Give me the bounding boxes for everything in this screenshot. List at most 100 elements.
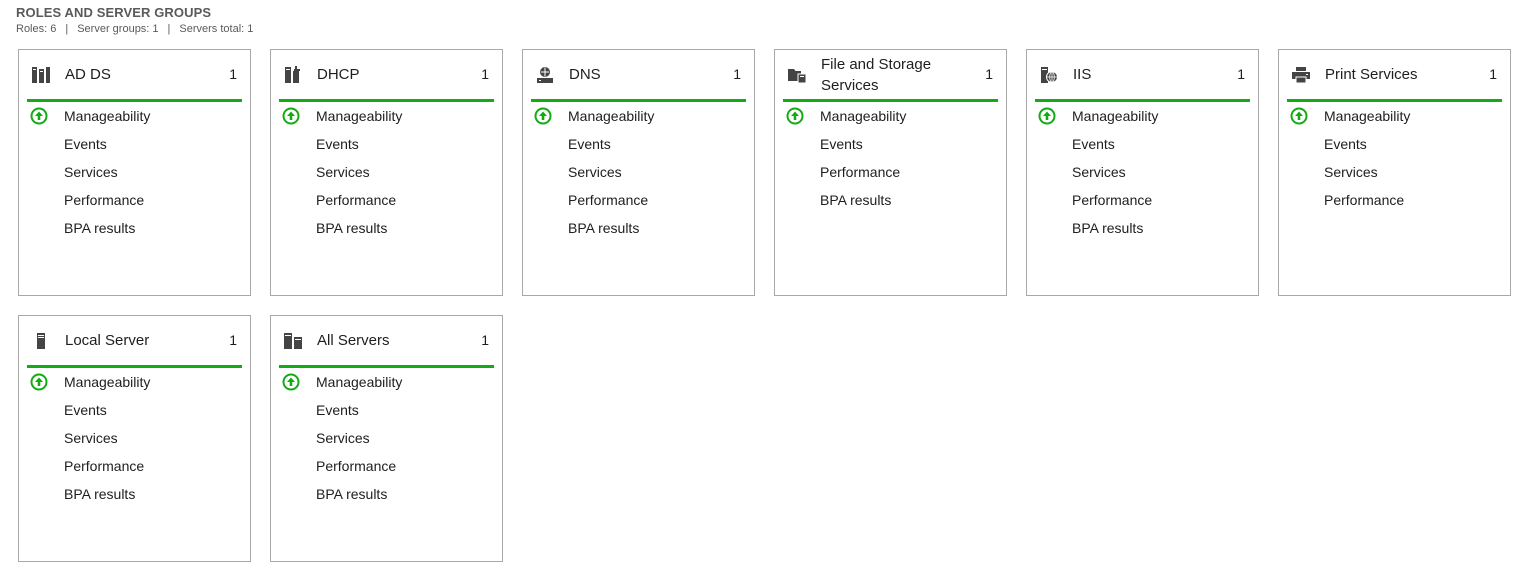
tile-item-label: Services (64, 164, 118, 180)
status-up-icon (1290, 107, 1308, 125)
tile-count: 1 (1237, 66, 1245, 82)
tile-item-events[interactable]: Events (1035, 130, 1250, 158)
tile-title[interactable]: AD DS (65, 50, 215, 99)
tile-count: 1 (985, 66, 993, 82)
tile-item-manageability[interactable]: Manageability (27, 368, 242, 396)
status-up-icon (786, 107, 804, 125)
tile-item-label: Events (316, 136, 359, 152)
tile-all-servers[interactable]: All Servers 1 Manageability Events Servi… (270, 315, 503, 562)
tile-file-storage[interactable]: File and Storage Services 1 Manageabilit… (774, 49, 1007, 296)
tile-item-label: Manageability (1324, 108, 1411, 124)
tile-item-manageability[interactable]: Manageability (1287, 102, 1502, 130)
dns-icon (535, 66, 555, 84)
tile-item-label: BPA results (568, 220, 640, 236)
roles-count: Roles: 6 (16, 23, 57, 35)
tile-item-events[interactable]: Events (27, 396, 242, 424)
tile-title[interactable]: All Servers (317, 316, 467, 365)
printer-icon (1291, 66, 1311, 84)
section-title: ROLES AND SERVER GROUPS (16, 5, 212, 20)
stats-separator: | (65, 23, 69, 35)
tile-item-label: Services (316, 164, 370, 180)
tile-item-performance[interactable]: Performance (27, 452, 242, 480)
tile-item-events[interactable]: Events (531, 130, 746, 158)
tile-dhcp[interactable]: DHCP 1 Manageability Events Services Per… (270, 49, 503, 296)
tile-item-manageability[interactable]: Manageability (783, 102, 998, 130)
tile-item-label: Performance (316, 192, 397, 208)
tile-item-bpa-results[interactable]: BPA results (1035, 214, 1250, 242)
tile-item-label: Manageability (820, 108, 907, 124)
tile-item-label: Manageability (316, 374, 403, 390)
section-stats: Roles: 6 | Server groups: 1 | Servers total:… (16, 21, 253, 37)
tile-item-performance[interactable]: Performance (1287, 186, 1502, 214)
section-header: ROLES AND SERVER GROUPS Roles: 6 | Server … (16, 4, 253, 37)
tile-item-bpa-results[interactable]: BPA results (27, 214, 242, 242)
tile-ad-ds[interactable]: AD DS 1 Manageability Events Services Pe… (18, 49, 251, 296)
tile-item-label: Performance (64, 458, 145, 474)
tile-header[interactable]: Print Services 1 (1287, 50, 1502, 102)
tile-item-bpa-results[interactable]: BPA results (783, 186, 998, 214)
tile-item-services[interactable]: Services (1287, 158, 1502, 186)
tile-item-bpa-results[interactable]: BPA results (279, 214, 494, 242)
tile-item-events[interactable]: Events (783, 130, 998, 158)
tile-item-manageability[interactable]: Manageability (531, 102, 746, 130)
tile-item-label: Services (64, 430, 118, 446)
tile-header[interactable]: Local Server 1 (27, 316, 242, 368)
tile-local-server[interactable]: Local Server 1 Manageability Events Serv… (18, 315, 251, 562)
tile-item-label: Events (316, 402, 359, 418)
tile-print-services[interactable]: Print Services 1 Manageability Events Se… (1278, 49, 1511, 296)
tile-header[interactable]: DHCP 1 (279, 50, 494, 102)
tile-item-manageability[interactable]: Manageability (279, 102, 494, 130)
tile-item-events[interactable]: Events (279, 130, 494, 158)
tile-title[interactable]: IIS (1073, 50, 1223, 99)
tile-item-label: BPA results (64, 486, 136, 502)
tile-item-events[interactable]: Events (1287, 130, 1502, 158)
tile-item-label: Services (1072, 164, 1126, 180)
tile-item-manageability[interactable]: Manageability (27, 102, 242, 130)
tile-item-services[interactable]: Services (531, 158, 746, 186)
tile-item-label: Performance (64, 192, 145, 208)
tile-item-events[interactable]: Events (279, 396, 494, 424)
tile-header[interactable]: AD DS 1 (27, 50, 242, 102)
tile-title[interactable]: DNS (569, 50, 719, 99)
tile-header[interactable]: File and Storage Services 1 (783, 50, 998, 102)
tile-item-services[interactable]: Services (27, 158, 242, 186)
tile-item-manageability[interactable]: Manageability (1035, 102, 1250, 130)
status-up-icon (534, 107, 552, 125)
tile-item-manageability[interactable]: Manageability (279, 368, 494, 396)
status-up-icon (30, 107, 48, 125)
tile-title[interactable]: Local Server (65, 316, 215, 365)
tile-item-bpa-results[interactable]: BPA results (531, 214, 746, 242)
tile-item-performance[interactable]: Performance (1035, 186, 1250, 214)
tile-item-events[interactable]: Events (27, 130, 242, 158)
tile-count: 1 (229, 332, 237, 348)
tile-header[interactable]: All Servers 1 (279, 316, 494, 368)
iis-icon (1039, 66, 1059, 84)
server-groups-count: Server groups: 1 (77, 23, 159, 35)
tile-item-bpa-results[interactable]: BPA results (27, 480, 242, 508)
tile-item-label: Events (820, 136, 863, 152)
tile-item-performance[interactable]: Performance (279, 452, 494, 480)
tile-header[interactable]: IIS 1 (1035, 50, 1250, 102)
tile-item-label: Manageability (568, 108, 655, 124)
tile-item-services[interactable]: Services (1035, 158, 1250, 186)
tile-item-performance[interactable]: Performance (783, 158, 998, 186)
tile-item-services[interactable]: Services (279, 424, 494, 452)
tile-item-services[interactable]: Services (279, 158, 494, 186)
tile-item-performance[interactable]: Performance (279, 186, 494, 214)
tile-item-bpa-results[interactable]: BPA results (279, 480, 494, 508)
tile-title[interactable]: Print Services (1325, 50, 1475, 99)
tile-item-label: Services (316, 430, 370, 446)
tile-item-label: Performance (568, 192, 649, 208)
tile-title[interactable]: DHCP (317, 50, 467, 99)
tile-header[interactable]: DNS 1 (531, 50, 746, 102)
tile-count: 1 (481, 66, 489, 82)
tile-item-label: Performance (1072, 192, 1153, 208)
tile-title[interactable]: File and Storage Services (821, 50, 971, 99)
tile-iis[interactable]: IIS 1 Manageability Events Services Perf… (1026, 49, 1259, 296)
tile-dns[interactable]: DNS 1 Manageability Events Services Perf… (522, 49, 755, 296)
tile-item-performance[interactable]: Performance (27, 186, 242, 214)
tile-item-performance[interactable]: Performance (531, 186, 746, 214)
dhcp-icon (283, 66, 303, 84)
tile-item-services[interactable]: Services (27, 424, 242, 452)
tile-item-label: Events (1324, 136, 1367, 152)
